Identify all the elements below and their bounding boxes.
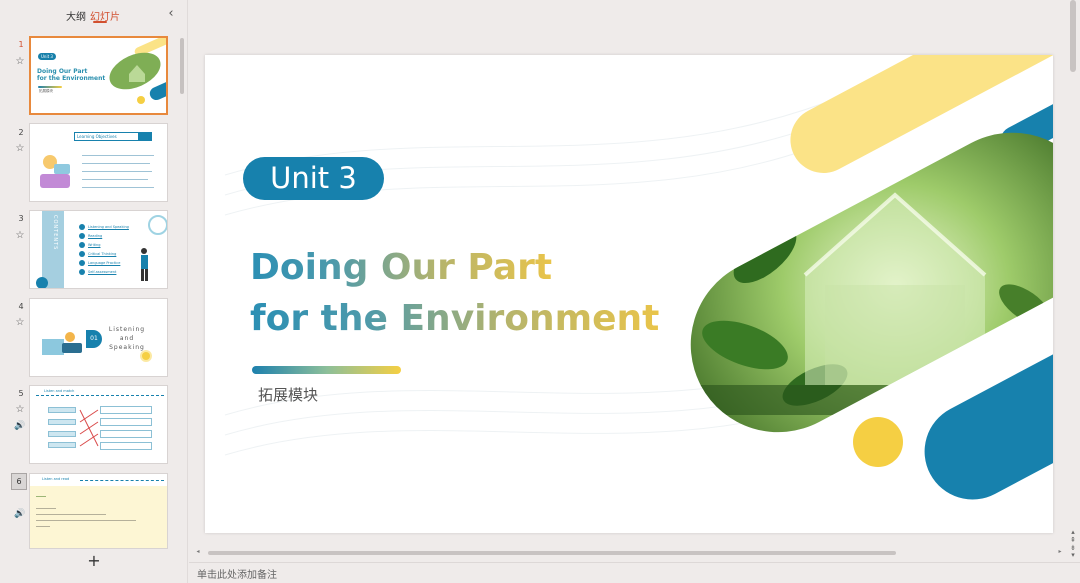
slide-number: 4 bbox=[18, 302, 24, 311]
thumb-box bbox=[48, 407, 76, 413]
thumb-box bbox=[48, 442, 76, 448]
thumb-line bbox=[82, 187, 154, 188]
thumb-toc-item: Listening and Speaking bbox=[88, 225, 129, 229]
thumb-toc-item: Reading bbox=[88, 234, 103, 238]
scroll-right-icon[interactable]: ▸ bbox=[1056, 548, 1064, 556]
slide-number-selected[interactable]: 6 bbox=[11, 473, 27, 490]
thumb-section-label: Listening and Speaking bbox=[108, 326, 146, 351]
thumb-line bbox=[36, 520, 136, 521]
star-icon[interactable]: ☆ bbox=[14, 404, 26, 416]
unit-label: Unit 3 bbox=[243, 157, 384, 200]
thumb-person-illustration bbox=[141, 215, 167, 281]
notes-placeholder[interactable]: 单击此处添加备注 bbox=[197, 566, 277, 581]
thumb-unit-pill: Unit 3 bbox=[38, 53, 56, 60]
thumb-match-lines bbox=[79, 409, 99, 447]
thumb-line bbox=[36, 514, 106, 515]
star-icon[interactable]: ☆ bbox=[14, 56, 26, 68]
star-icon[interactable]: ☆ bbox=[14, 143, 26, 155]
thumb-line bbox=[36, 508, 56, 509]
star-icon[interactable]: ☆ bbox=[14, 230, 26, 242]
slide-canvas-area: Unit 3 Doing Our Part for the Environmen… bbox=[189, 0, 1080, 562]
slide-thumbnail-1[interactable]: Unit 3 Doing Our Part for the Environmen… bbox=[29, 36, 168, 115]
thumb-contents-label: CONTENTS bbox=[52, 215, 58, 251]
scroll-left-icon[interactable]: ◂ bbox=[194, 548, 202, 556]
notes-pane[interactable]: 单击此处添加备注 bbox=[189, 562, 1080, 583]
thumb-header-block bbox=[138, 132, 152, 141]
slide-number: 3 bbox=[18, 214, 24, 223]
thumb-line bbox=[36, 526, 50, 527]
slide-subtitle: 拓展模块 bbox=[258, 386, 319, 404]
thumb-box bbox=[48, 431, 76, 437]
slide-panel: 大纲 幻灯片 ‹ 1 ☆ Unit 3 Doing Our Part for t… bbox=[0, 0, 188, 583]
thumb-line bbox=[82, 155, 154, 156]
slide-thumbnail-4[interactable]: 01 Listening and Speaking bbox=[29, 298, 168, 377]
tab-outline[interactable]: 大纲 bbox=[66, 8, 86, 23]
thumb-line bbox=[82, 179, 148, 180]
audio-icon[interactable]: 🔊 bbox=[14, 420, 26, 432]
slide-canvas[interactable]: Unit 3 Doing Our Part for the Environmen… bbox=[205, 55, 1053, 533]
thumb-section-number: 01 bbox=[86, 330, 102, 348]
thumb-title-bar bbox=[38, 86, 62, 88]
thumb-header: Listen and match bbox=[44, 389, 75, 393]
thumb-title-line2: for the Environment bbox=[37, 75, 106, 82]
thumb-line bbox=[82, 171, 152, 172]
slide-decoration bbox=[224, 55, 1053, 500]
slide-number: 5 bbox=[18, 389, 24, 398]
audio-icon[interactable]: 🔊 bbox=[14, 508, 26, 520]
thumb-box bbox=[100, 442, 152, 450]
add-slide-button[interactable]: + bbox=[86, 552, 102, 570]
thumb-box bbox=[100, 430, 152, 438]
thumb-illustration bbox=[62, 332, 82, 353]
thumb-title-line1: Doing Our Part bbox=[37, 68, 88, 75]
vertical-scrollbar[interactable] bbox=[1070, 0, 1076, 72]
slide-thumbnail-3[interactable]: CONTENTS Listening and Speaking Reading … bbox=[29, 210, 168, 289]
slide-thumbnail-6[interactable]: Listen and read bbox=[29, 473, 168, 549]
slide-thumbnail-2[interactable]: Learning Objectives bbox=[29, 123, 168, 202]
star-icon[interactable]: ☆ bbox=[14, 317, 26, 329]
horizontal-scrollbar[interactable] bbox=[208, 551, 896, 555]
scroll-down-icon[interactable]: ▾ bbox=[1067, 550, 1079, 560]
thumb-cover-art bbox=[109, 38, 166, 104]
slide-number: 2 bbox=[18, 128, 24, 137]
tab-active-indicator bbox=[93, 21, 107, 23]
panel-scrollbar[interactable] bbox=[180, 38, 184, 94]
thumb-header: Listen and read bbox=[42, 477, 70, 481]
thumb-toc-item: Writing bbox=[88, 243, 101, 247]
slide-title-line1: Doing Our Part bbox=[250, 247, 553, 288]
thumb-box bbox=[48, 419, 76, 425]
thumb-toc-item: Language Practice bbox=[88, 261, 121, 265]
thumb-line bbox=[82, 163, 150, 164]
slide-thumbnail-5[interactable]: Listen and match bbox=[29, 385, 168, 464]
title-underline-bar bbox=[252, 366, 401, 374]
slide-number: 1 bbox=[18, 40, 24, 49]
chevron-left-icon[interactable]: ‹ bbox=[164, 6, 178, 22]
thumb-dot bbox=[142, 352, 150, 360]
thumb-toc-bullets bbox=[79, 224, 85, 275]
thumb-dashed-rule bbox=[36, 395, 164, 396]
thumb-toc-item: Self-assessment bbox=[88, 270, 117, 274]
thumb-illustration bbox=[40, 155, 70, 188]
slide-title-line2: for the Environment bbox=[250, 298, 660, 339]
thumb-box bbox=[100, 418, 152, 426]
thumb-subtitle: 拓展模块 bbox=[39, 89, 53, 93]
thumb-line bbox=[36, 496, 46, 497]
thumb-toc-item: Critical Thinking bbox=[88, 252, 117, 256]
thumb-box bbox=[100, 406, 152, 414]
thumb-dashed-rule bbox=[80, 480, 164, 481]
thumb-dot bbox=[36, 277, 48, 288]
